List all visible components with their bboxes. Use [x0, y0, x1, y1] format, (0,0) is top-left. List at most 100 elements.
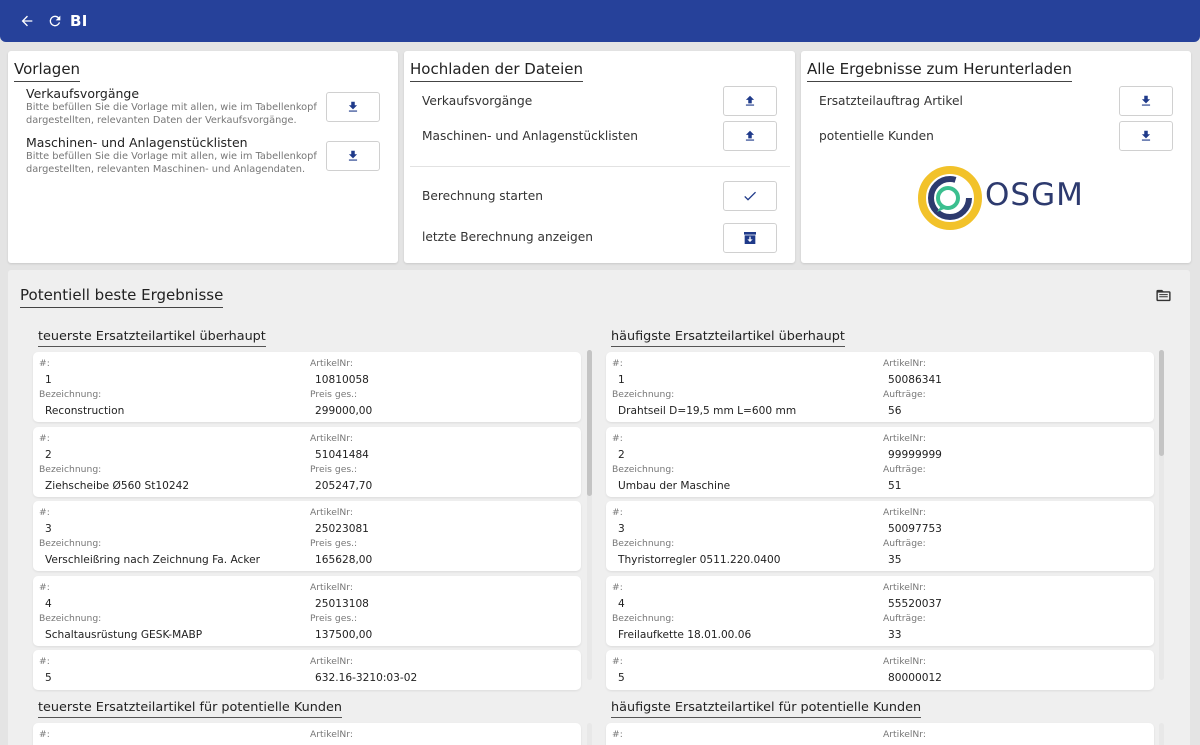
article-key: ArtikelNr: [883, 729, 926, 740]
num-key: #: [612, 358, 623, 369]
name-value: Schaltausrüstung GESK-MABP [45, 628, 203, 641]
article-entry[interactable]: #: 3 ArtikelNr: 50097753 Bezeichnung: Thyrist… [606, 501, 1154, 571]
upload-machines-label: Maschinen- und Anlagenstücklisten [422, 129, 639, 143]
download-icon [348, 150, 358, 161]
upload-icon [745, 95, 755, 106]
frequent-list-scroll-thumb[interactable] [1159, 350, 1164, 456]
orders-value: 56 [888, 405, 902, 417]
num-value: 5 [618, 672, 625, 684]
price-value: 165628,00 [315, 554, 373, 566]
frequent-list-scrollbar[interactable] [1159, 350, 1164, 680]
template-sales-label: Verkaufsvorgänge [26, 86, 140, 101]
check-icon [744, 191, 756, 201]
article-entry[interactable]: #: 2 ArtikelNr: 51041484 Bezeichnung: Ziehsch… [33, 426, 581, 497]
orders-key: Aufträge: [883, 538, 926, 549]
article-entry[interactable]: #: 4 ArtikelNr: 55520037 Bezeichnung: Freilau… [606, 575, 1154, 646]
price-value: 299000,00 [315, 405, 373, 417]
osgm-logo: OSGM [917, 165, 1084, 231]
upload-machines-button[interactable] [723, 121, 777, 151]
article-entry[interactable]: #: 2 ArtikelNr: 99999999 Bezeichnung: Umbau d… [606, 426, 1154, 497]
article-value: 10810058 [315, 374, 369, 386]
num-key: #: [39, 358, 50, 369]
frequent-customers-entry[interactable]: #: ArtikelNr: [606, 723, 1154, 745]
price-key: Preis ges.: [310, 389, 358, 400]
download-icon [348, 101, 358, 112]
num-key: #: [612, 656, 623, 667]
num-value: 4 [618, 597, 625, 610]
archive-icon [744, 232, 756, 244]
download-machines-template-button[interactable] [326, 141, 380, 171]
article-entry[interactable]: #: 4 ArtikelNr: 25013108 Bezeichnung: Schalta… [33, 575, 581, 646]
price-key: Preis ges.: [310, 538, 358, 549]
refresh-icon[interactable] [44, 10, 66, 32]
orders-value: 33 [888, 628, 902, 641]
article-value: 50086341 [888, 374, 942, 386]
name-value: Umbau der Maschine [618, 479, 731, 492]
num-value: 2 [45, 448, 52, 461]
article-entry[interactable]: #: 5 ArtikelNr: 632.16-3210:03-02 [33, 650, 581, 690]
num-key: #: [612, 507, 623, 518]
orders-key: Aufträge: [883, 612, 926, 624]
download-sales-template-button[interactable] [326, 92, 380, 122]
download-articles-button[interactable] [1119, 86, 1173, 116]
orders-value: 35 [888, 554, 902, 566]
expensive-customers-entry[interactable]: #: ArtikelNr: [33, 723, 581, 745]
num-key: #: [39, 581, 50, 593]
name-key: Bezeichnung: [612, 538, 675, 549]
name-value: Thyristorregler 0511.220.0400 [618, 554, 781, 566]
num-key: #: [39, 432, 50, 444]
expensive-list-scrollbar[interactable] [587, 350, 592, 680]
num-key: #: [39, 507, 50, 518]
name-key: Bezeichnung: [612, 612, 675, 624]
name-value: Drahtseil D=19,5 mm L=600 mm [618, 405, 797, 417]
article-value: 51041484 [315, 448, 369, 461]
article-value: 25013108 [315, 597, 369, 610]
article-entry[interactable]: #: 1 ArtikelNr: 50086341 Bezeichnung: Drahtse… [606, 352, 1154, 422]
name-value: Ziehscheibe Ø560 St10242 [45, 479, 190, 492]
download-customers-button[interactable] [1119, 121, 1173, 151]
upload-card: Hochladen der Dateien Verkaufsvorgänge M… [404, 51, 795, 263]
article-key: ArtikelNr: [883, 581, 926, 593]
osgm-logo-text: OSGM [985, 177, 1084, 213]
article-key: ArtikelNr: [310, 729, 353, 740]
expensive-list-scroll-thumb[interactable] [587, 350, 592, 496]
num-key: #: [612, 432, 623, 444]
article-entry[interactable]: #: 1 ArtikelNr: 10810058 Bezeichnung: Reconst… [33, 352, 581, 422]
upload-icon [745, 130, 755, 141]
download-icon [1141, 130, 1151, 141]
upload-sales-button[interactable] [723, 86, 777, 116]
article-value: 80000012 [888, 672, 942, 684]
article-key: ArtikelNr: [310, 581, 353, 593]
name-key: Bezeichnung: [39, 389, 102, 400]
article-key: ArtikelNr: [310, 432, 353, 444]
templates-title: Vorlagen [14, 60, 81, 82]
start-calculation-button[interactable] [723, 181, 777, 211]
article-key: ArtikelNr: [883, 432, 926, 444]
article-entry[interactable]: #: 5 ArtikelNr: 80000012 [606, 650, 1154, 690]
article-key: ArtikelNr: [883, 656, 926, 667]
article-key: ArtikelNr: [883, 507, 926, 518]
article-entry[interactable]: #: 3 ArtikelNr: 25023081 Bezeichnung: Verschl… [33, 501, 581, 571]
num-value: 5 [45, 672, 52, 684]
best-results-panel: Potentiell beste Ergebnisse teuerste Ers… [8, 270, 1190, 745]
article-value: 632.16-3210:03-02 [315, 672, 418, 684]
name-key: Bezeichnung: [39, 612, 102, 624]
num-key: #: [612, 729, 623, 740]
name-value: Verschleißring nach Zeichnung Fa. Acker [45, 554, 261, 566]
results-title: Alle Ergebnisse zum Herunterladen [807, 60, 1072, 82]
frequent-articles-title: häufigste Ersatzteilartikel überhaupt [611, 329, 845, 347]
name-value: Freilaufkette 18.01.00.06 [618, 628, 752, 641]
template-machines-hint: Bitte befüllen Sie die Vorlage mit allen… [26, 151, 317, 175]
show-last-calculation-button[interactable] [723, 223, 777, 253]
name-value: Reconstruction [45, 405, 125, 417]
results-card: Alle Ergebnisse zum Herunterladen Ersatz… [801, 51, 1191, 263]
last-calculation-label: letzte Berechnung anzeigen [422, 230, 593, 244]
arrow-left-icon[interactable] [16, 10, 38, 32]
app-title: BI [70, 12, 88, 30]
price-key: Preis ges.: [310, 463, 358, 475]
folder-icon[interactable] [1155, 287, 1172, 308]
expensive-customers-scrollbar[interactable] [587, 723, 592, 745]
template-sales-hint: Bitte befüllen Sie die Vorlage mit allen… [26, 102, 317, 126]
article-value: 50097753 [888, 523, 942, 535]
frequent-customers-scrollbar[interactable] [1159, 723, 1164, 745]
